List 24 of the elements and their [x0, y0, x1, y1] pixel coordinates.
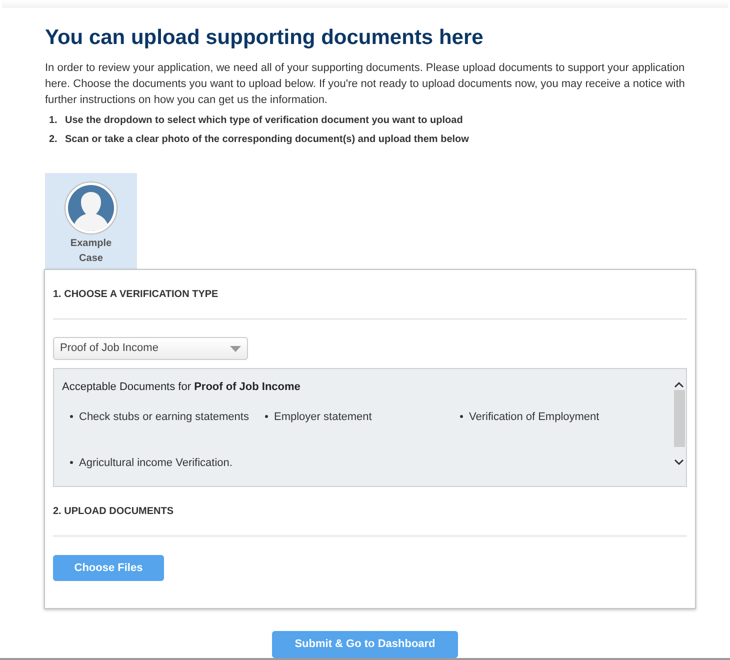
bullet-icon: [265, 414, 268, 418]
section-heading: 1. CHOOSE A VERIFICATION TYPE: [53, 288, 220, 301]
step-number: 2.: [49, 133, 58, 147]
document-item: Check stubs or earning statements: [79, 410, 249, 424]
documents-caption: Acceptable Documents for Proof of Job Income: [62, 380, 302, 395]
document-item: Employer statement: [274, 410, 372, 424]
step-text: Use the dropdown to select which type of verification document you want to upload: [65, 114, 463, 128]
avatar-icon: [64, 181, 118, 235]
bullet-icon: [70, 461, 73, 464]
section-heading: 2. UPLOAD DOCUMENTS: [53, 505, 175, 518]
step-number: 1.: [49, 114, 58, 128]
verification-type-dropdown[interactable]: Proof of Job Income: [53, 337, 248, 360]
step-text: Scan or take a clear photo of the corresponding document(s) and upload them below: [65, 133, 469, 147]
caret-icon: [230, 346, 241, 352]
scroll-up-icon[interactable]: [674, 381, 684, 388]
scroll-thumb[interactable]: [674, 390, 684, 447]
bullet-icon: [70, 414, 73, 418]
bullet-icon: [460, 414, 463, 418]
scroll-down-icon[interactable]: [674, 459, 684, 466]
page-heading: You can upload supporting documents here: [45, 25, 484, 51]
case-tab[interactable]: Example Case: [45, 173, 137, 269]
intro-paragraph: In order to review your application, we need all of your supporting documents. Please upload documents to support your application here. Choose the documents you want to upload below. If you're not ready to upload documents now, you may receive a notice with further instructions on how you can get us the information.: [45, 61, 686, 108]
document-item: Agricultural income Verification.: [79, 456, 232, 471]
document-item: Verification of Employment: [469, 410, 600, 424]
